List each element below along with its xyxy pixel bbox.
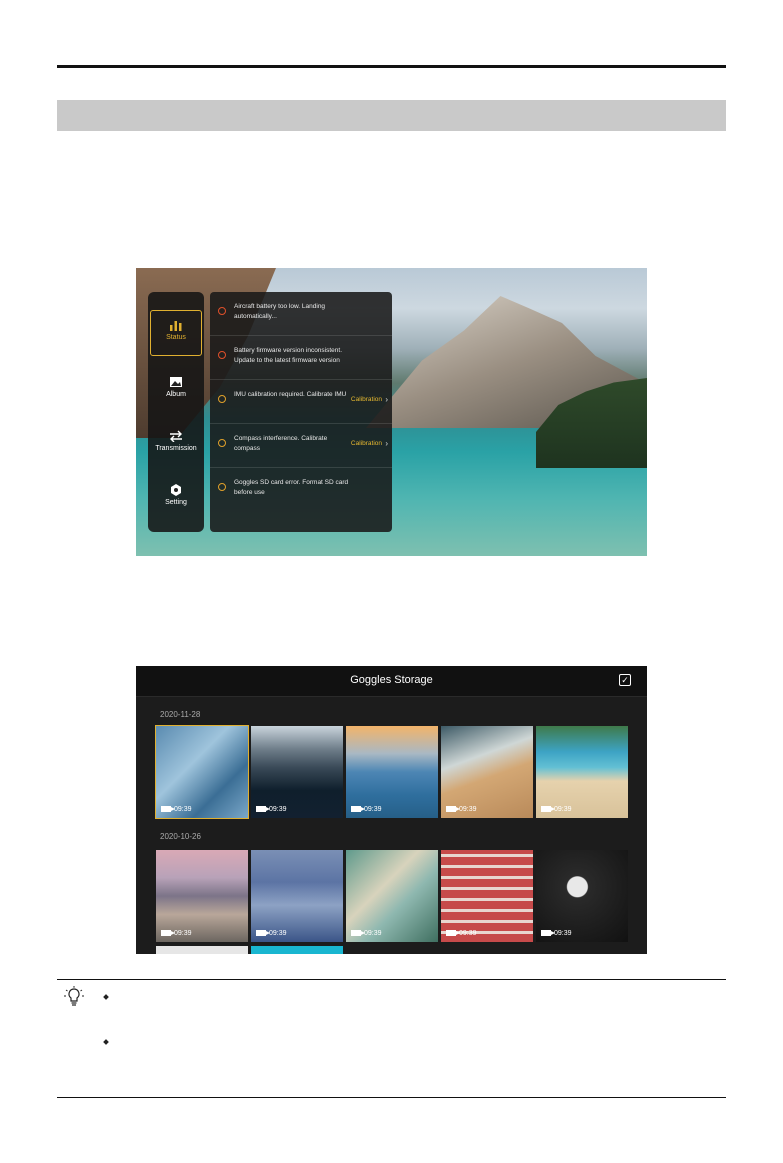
status-screenshot: Status Album Transmission Setting Aircra… [136,268,647,556]
video-thumbnail[interactable] [251,946,343,954]
transmission-icon [170,430,182,442]
video-camera-icon [541,806,555,812]
video-camera-icon [161,806,175,812]
warning-icon [218,395,226,403]
duration-label: 09:39 [541,806,572,813]
video-thumbnail[interactable]: 09:39 [536,850,628,942]
bullet [103,1039,109,1045]
alert-row: Goggles SD card error. Format SD card be… [210,468,392,512]
video-thumbnail[interactable]: 09:39 [251,850,343,942]
video-camera-icon [351,930,365,936]
duration-label: 09:39 [541,930,572,937]
calibration-link[interactable]: Calibration [351,440,382,447]
alert-text: Goggles SD card error. Format SD card be… [234,479,349,496]
chevron-right-icon: › [385,439,388,448]
lightbulb-icon [64,986,84,1006]
status-bars-icon [170,321,182,331]
storage-header: Goggles Storage ✓ [136,666,647,697]
video-camera-icon [446,930,460,936]
storage-title: Goggles Storage [350,674,433,686]
storage-screenshot: Goggles Storage ✓ 2020-11-28 09:39 09:39… [136,666,647,954]
duration-label: 09:39 [161,806,192,813]
video-thumbnail[interactable]: 09:39 [346,726,438,818]
alert-text: Aircraft battery too low. Landing automa… [234,303,326,320]
calibration-link[interactable]: Calibration [351,396,382,403]
duration-label: 09:39 [351,930,382,937]
warning-icon [218,483,226,491]
alert-row: Battery firmware version inconsistent. U… [210,336,392,380]
bottom-rule [57,1097,726,1098]
video-thumbnail[interactable]: 09:39 [155,725,249,819]
select-checkbox-icon[interactable]: ✓ [619,674,631,686]
duration-label: 09:39 [161,930,192,937]
duration-label: 09:39 [446,806,477,813]
video-camera-icon [446,806,460,812]
tab-label: Status [166,334,186,341]
album-icon [170,377,182,387]
menu-sidebar: Status Album Transmission Setting [148,292,204,532]
alert-text: Compass interference. Calibrate compass [234,435,328,452]
video-camera-icon [541,930,555,936]
top-rule [57,65,726,68]
alert-row: Aircraft battery too low. Landing automa… [210,292,392,336]
video-thumbnail[interactable] [156,946,248,954]
status-panel: Aircraft battery too low. Landing automa… [210,292,392,532]
video-thumbnail[interactable]: 09:39 [346,850,438,942]
alert-row[interactable]: Compass interference. Calibrate compass … [210,424,392,468]
tab-label: Album [166,391,186,398]
warning-icon [218,307,226,315]
tab-transmission[interactable]: Transmission [150,422,202,468]
video-camera-icon [256,930,270,936]
video-camera-icon [161,930,175,936]
tab-label: Setting [165,499,187,506]
alert-text: IMU calibration required. Calibrate IMU [234,391,347,398]
tab-status[interactable]: Status [150,310,202,356]
section-header-bar [57,100,726,131]
warning-icon [218,439,226,447]
video-thumbnail[interactable]: 09:39 [441,850,533,942]
tab-label: Transmission [155,445,197,452]
tip-rule [57,979,726,980]
video-camera-icon [351,806,365,812]
video-thumbnail[interactable]: 09:39 [441,726,533,818]
date-label: 2020-11-28 [160,710,201,719]
duration-label: 09:39 [256,806,287,813]
duration-label: 09:39 [446,930,477,937]
alert-text: Battery firmware version inconsistent. U… [234,347,343,364]
chevron-right-icon: › [385,395,388,404]
bullet [103,994,109,1000]
alert-row[interactable]: IMU calibration required. Calibrate IMU … [210,380,392,424]
setting-icon [171,484,181,496]
video-camera-icon [256,806,270,812]
warning-icon [218,351,226,359]
video-thumbnail[interactable]: 09:39 [156,850,248,942]
tab-album[interactable]: Album [150,368,202,414]
video-thumbnail[interactable]: 09:39 [251,726,343,818]
video-thumbnail[interactable]: 09:39 [536,726,628,818]
duration-label: 09:39 [256,930,287,937]
date-label: 2020-10-26 [160,832,201,841]
duration-label: 09:39 [351,806,382,813]
tab-setting[interactable]: Setting [150,476,202,522]
